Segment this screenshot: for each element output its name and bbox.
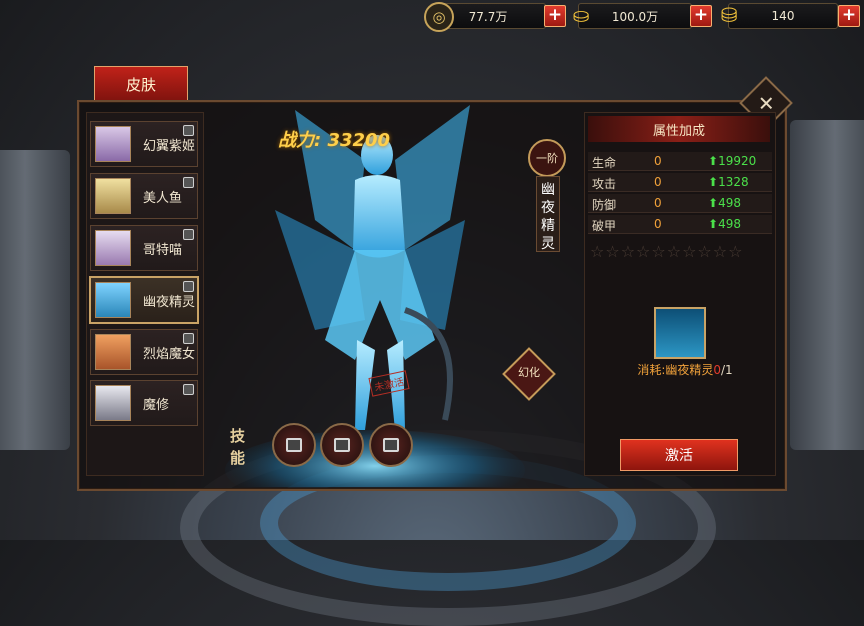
attr-value: 0: [654, 217, 662, 231]
lock-icon: [183, 229, 194, 240]
grade-badge: 一阶: [528, 139, 566, 177]
consume-need: /1: [721, 363, 733, 377]
combat-power: 战力: 33200: [278, 130, 391, 151]
attr-add-value: 1328: [718, 175, 749, 189]
lock-icon: [183, 333, 194, 344]
attr-add: ⬆498: [708, 217, 741, 231]
attr-key: 防御: [592, 198, 617, 212]
grade-label: 一阶: [536, 152, 558, 165]
skill-slot-1[interactable]: [272, 423, 316, 467]
material-item-icon[interactable]: [654, 307, 706, 359]
coin-icon: ◎: [424, 2, 454, 32]
lock-icon: [183, 281, 194, 292]
avatar: [95, 126, 131, 162]
attribute-row-hp: 生命 0 ⬆19920: [588, 152, 772, 171]
star-rating: ☆☆☆☆☆☆☆☆☆☆: [590, 242, 744, 261]
skin-item-label: 魔修: [143, 397, 170, 413]
gold-amount: 100.0万: [611, 9, 659, 24]
attr-value: 0: [654, 154, 662, 168]
consume-text: 消耗:幽夜精灵0/1: [600, 361, 770, 378]
avatar: [95, 178, 131, 214]
attr-key: 生命: [592, 156, 617, 170]
consume-have: 0: [713, 363, 721, 377]
add-bound-gold-button[interactable]: +: [838, 5, 860, 27]
selected-skin-name: 幽夜精灵: [536, 176, 560, 252]
avatar: [95, 334, 131, 370]
skill-slot-3[interactable]: [369, 423, 413, 467]
skin-item-label: 哥特喵: [143, 242, 183, 258]
attr-add: ⬆19920: [708, 154, 757, 168]
skin-item-label: 幻翼紫姬: [143, 138, 196, 154]
avatar: [95, 282, 131, 318]
activate-button[interactable]: 激活: [620, 439, 738, 471]
attr-add-value: 19920: [718, 154, 757, 168]
skin-item-label: 幽夜精灵: [143, 294, 196, 310]
add-coin-button[interactable]: +: [544, 5, 566, 27]
lock-icon: [334, 438, 350, 452]
attr-value: 0: [654, 175, 662, 189]
skin-item-moxiu[interactable]: 魔修: [90, 380, 198, 426]
attribute-row-armor-break: 破甲 0 ⬆498: [588, 215, 772, 234]
avatar: [95, 230, 131, 266]
skin-item-lieyan-monv[interactable]: 烈焰魔女: [90, 329, 198, 375]
skin-item-label: 美人鱼: [143, 190, 183, 206]
activate-button-label: 激活: [665, 448, 693, 464]
attr-value: 0: [654, 196, 662, 210]
attr-add-value: 498: [718, 196, 741, 210]
skin-item-label: 烈焰魔女: [143, 346, 196, 362]
attr-add-value: 498: [718, 217, 741, 231]
tab-skin[interactable]: 皮肤: [94, 66, 188, 101]
lock-icon: [383, 438, 399, 452]
stone-pillar: [0, 150, 70, 450]
gold-ingot-icon: ⛀: [572, 3, 590, 27]
attr-add: ⬆498: [708, 196, 741, 210]
skin-item-youye-jingling[interactable]: 幽夜精灵: [89, 276, 199, 324]
attr-key: 破甲: [592, 219, 617, 233]
skin-item-gotemiao[interactable]: 哥特喵: [90, 225, 198, 271]
attr-key: 攻击: [592, 177, 617, 191]
bound-gold-amount: 140: [771, 9, 795, 23]
currency-gold: 100.0万: [578, 3, 692, 29]
attribute-row-attack: 攻击 0 ⬆1328: [588, 173, 772, 192]
lock-icon: [183, 177, 194, 188]
transform-button-label[interactable]: 幻化: [512, 364, 546, 380]
lock-icon: [183, 125, 194, 136]
attr-add: ⬆1328: [708, 175, 749, 189]
coin-amount: 77.7万: [468, 9, 508, 24]
skin-item-huanyi-ziji[interactable]: 幻翼紫姬: [90, 121, 198, 167]
skill-slot-2[interactable]: [320, 423, 364, 467]
bound-gold-icon: ⛁: [720, 3, 738, 27]
currency-bound-gold: 140: [728, 3, 838, 29]
skill-title: 技能: [230, 427, 246, 467]
close-icon: ✕: [757, 90, 775, 115]
attribute-title: 属性加成: [588, 116, 770, 142]
consume-label: 消耗:幽夜精灵: [637, 363, 714, 377]
stone-pillar: [790, 120, 864, 450]
tab-skin-label: 皮肤: [125, 75, 156, 94]
attribute-row-defense: 防御 0 ⬆498: [588, 194, 772, 213]
lock-icon: [183, 384, 194, 395]
avatar: [95, 385, 131, 421]
add-gold-button[interactable]: +: [690, 5, 712, 27]
skin-item-meirenyu[interactable]: 美人鱼: [90, 173, 198, 219]
lock-icon: [286, 438, 302, 452]
